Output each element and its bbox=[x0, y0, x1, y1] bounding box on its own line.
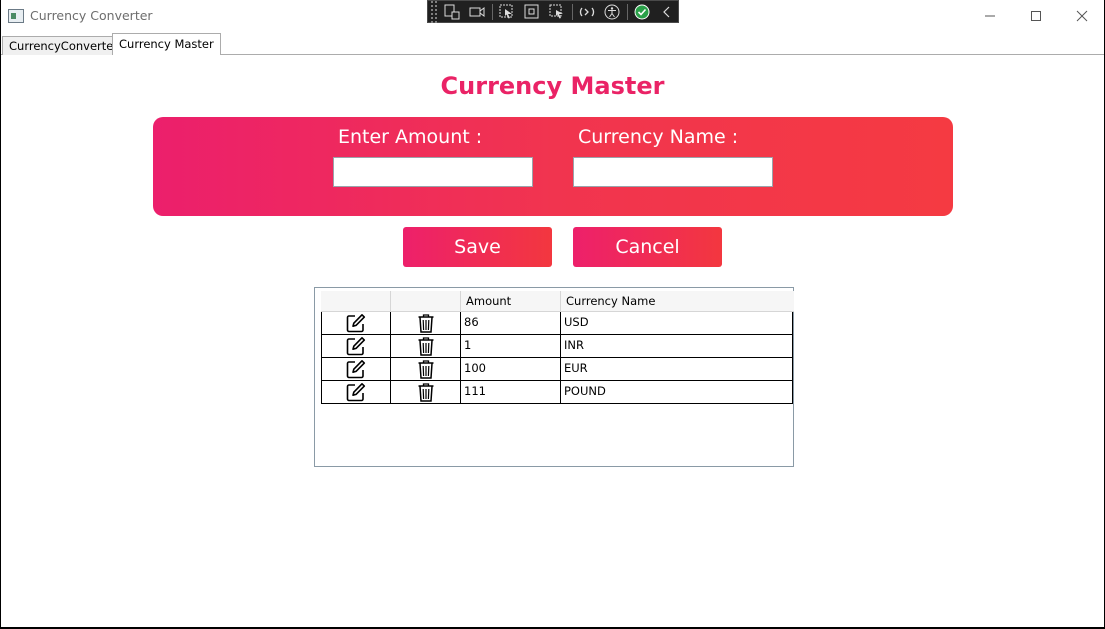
amount-label: Enter Amount : bbox=[338, 126, 483, 148]
app-window: Currency Converter CurrencyConverter Cur… bbox=[1, 0, 1104, 627]
delete-cell[interactable] bbox=[391, 335, 461, 358]
toolbar-separator bbox=[572, 3, 573, 20]
trash-icon[interactable] bbox=[417, 313, 435, 333]
app-icon bbox=[8, 9, 24, 23]
edit-icon[interactable] bbox=[346, 359, 366, 379]
close-button[interactable] bbox=[1059, 0, 1104, 32]
currency-name-label: Currency Name : bbox=[578, 126, 739, 148]
track-focus-button[interactable] bbox=[546, 1, 568, 23]
edit-cell[interactable] bbox=[321, 335, 391, 358]
live-visual-tree-button[interactable] bbox=[441, 1, 463, 23]
camera-icon bbox=[469, 6, 485, 17]
trash-icon[interactable] bbox=[417, 336, 435, 356]
save-button[interactable]: Save bbox=[403, 227, 552, 267]
hot-reload-icon bbox=[579, 7, 595, 16]
maximize-icon bbox=[1031, 11, 1041, 21]
edit-cell[interactable] bbox=[321, 312, 391, 335]
tab-currency-converter[interactable]: CurrencyConverter bbox=[2, 36, 126, 55]
column-header-delete[interactable] bbox=[391, 291, 461, 312]
title-bar: Currency Converter bbox=[1, 0, 1104, 32]
amount-input[interactable] bbox=[333, 157, 533, 187]
currency-grid[interactable]: Amount Currency Name 86 USD 1 INR 100 EU… bbox=[314, 287, 794, 467]
currency-name-input[interactable] bbox=[573, 157, 773, 187]
delete-cell[interactable] bbox=[391, 381, 461, 404]
cursor-select-icon bbox=[499, 4, 513, 18]
binding-status-button[interactable] bbox=[631, 1, 653, 23]
amount-cell[interactable]: 111 bbox=[461, 381, 561, 404]
adorner-icon bbox=[524, 4, 539, 18]
window-title: Currency Converter bbox=[30, 8, 153, 23]
minimize-icon bbox=[985, 15, 995, 17]
close-icon bbox=[1076, 10, 1088, 22]
record-button[interactable] bbox=[466, 1, 488, 23]
table-row[interactable]: 111 POUND bbox=[321, 381, 793, 404]
trash-icon[interactable] bbox=[417, 359, 435, 379]
trash-icon[interactable] bbox=[417, 382, 435, 402]
edit-cell[interactable] bbox=[321, 358, 391, 381]
debug-toolbar bbox=[427, 0, 679, 23]
edit-icon[interactable] bbox=[346, 336, 366, 356]
select-element-button[interactable] bbox=[496, 1, 518, 23]
chevron-left-icon bbox=[663, 6, 670, 17]
collapse-toolbar-button[interactable] bbox=[656, 1, 678, 23]
table-row[interactable]: 100 EUR bbox=[321, 358, 793, 381]
minimize-button[interactable] bbox=[967, 0, 1013, 32]
currency-name-cell[interactable]: EUR bbox=[561, 358, 793, 381]
table-row[interactable]: 86 USD bbox=[321, 312, 793, 335]
accessibility-icon bbox=[604, 4, 620, 19]
amount-cell[interactable]: 1 bbox=[461, 335, 561, 358]
currency-name-cell[interactable]: POUND bbox=[561, 381, 793, 404]
grid-header: Amount Currency Name bbox=[321, 291, 794, 312]
check-circle-icon bbox=[634, 4, 650, 19]
hot-reload-button[interactable] bbox=[576, 1, 598, 23]
currency-name-cell[interactable]: USD bbox=[561, 312, 793, 335]
amount-cell[interactable]: 100 bbox=[461, 358, 561, 381]
page-title: Currency Master bbox=[440, 72, 665, 100]
column-header-amount[interactable]: Amount bbox=[461, 291, 561, 312]
toolbar-grip[interactable] bbox=[430, 0, 438, 23]
amount-cell[interactable]: 86 bbox=[461, 312, 561, 335]
toolbar-separator bbox=[627, 3, 628, 20]
toolbar-separator bbox=[492, 3, 493, 20]
column-header-currency-name[interactable]: Currency Name bbox=[561, 291, 794, 312]
form-panel bbox=[153, 117, 953, 216]
accessibility-button[interactable] bbox=[601, 1, 623, 23]
edit-cell[interactable] bbox=[321, 381, 391, 404]
currency-name-cell[interactable]: INR bbox=[561, 335, 793, 358]
edit-icon[interactable] bbox=[346, 382, 366, 402]
delete-cell[interactable] bbox=[391, 358, 461, 381]
column-header-edit[interactable] bbox=[321, 291, 391, 312]
track-focus-icon bbox=[549, 4, 563, 18]
maximize-button[interactable] bbox=[1013, 0, 1059, 32]
delete-cell[interactable] bbox=[391, 312, 461, 335]
edit-icon[interactable] bbox=[346, 313, 366, 333]
tab-currency-master[interactable]: Currency Master bbox=[112, 33, 221, 55]
cancel-button[interactable]: Cancel bbox=[573, 227, 722, 267]
table-row[interactable]: 1 INR bbox=[321, 335, 793, 358]
visual-tree-icon bbox=[444, 4, 460, 19]
display-adorners-button[interactable] bbox=[521, 1, 543, 23]
